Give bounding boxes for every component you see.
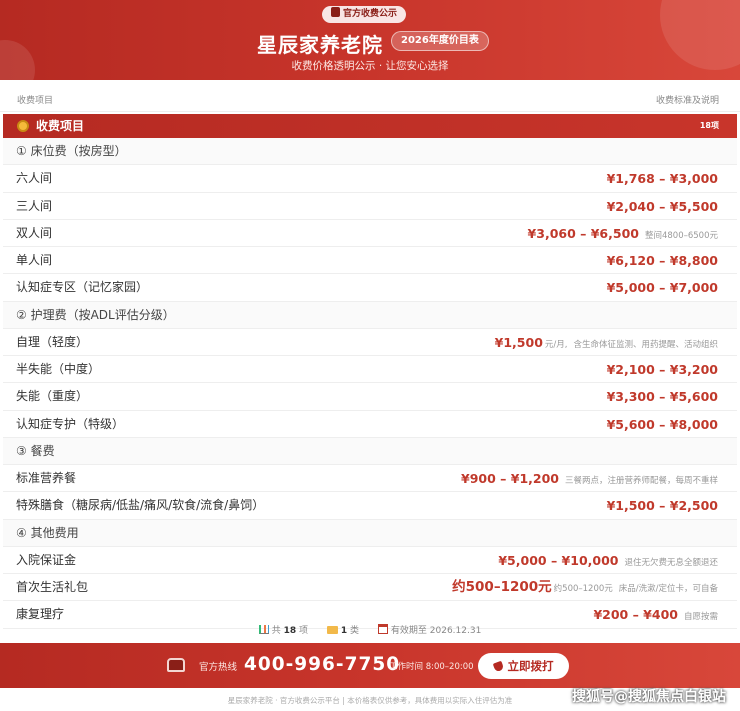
category-label: ② 护理费（按ADL评估分级） — [16, 307, 175, 322]
item-name: 入院保证金 — [16, 552, 77, 567]
category-row: ① 床位费（按房型） — [3, 138, 737, 166]
item-name: 三人间 — [16, 198, 53, 213]
call-now-button[interactable]: 立即拨打 — [478, 653, 569, 679]
official-badge: 官方收费公示 — [322, 6, 407, 23]
price-note: 整间4800–6500元 — [644, 230, 718, 241]
price-value: ¥3,060 – ¥6,500 — [527, 225, 639, 241]
year-tag: 2026年度价目表 — [391, 31, 489, 51]
item-name: 单人间 — [16, 253, 53, 267]
phone-icon — [492, 660, 504, 673]
item-name: 失能（重度） — [16, 389, 89, 404]
price-cell: ¥900 – ¥1,200 三餐两点，注册营养师配餐，每周不重样 — [461, 465, 718, 495]
price-note: 含生命体征监测、用药提醒、活动组织 — [573, 339, 718, 350]
total-count: 共 18 项 — [258, 620, 308, 642]
hotline-label: 官方热线 — [199, 662, 238, 673]
category-count: 1 类 — [326, 620, 359, 642]
valid-date: 有效期至 2026.12.31 — [377, 620, 481, 642]
price-note: 床品/洗漱/定位卡，可自备 — [618, 584, 718, 594]
price-cell: ¥3,300 – ¥5,600 — [607, 383, 718, 411]
page-subtitle: 收费价格透明公示 · 让您安心选择 — [291, 60, 449, 72]
price-cell: ¥2,040 – ¥5,500 — [607, 193, 718, 221]
item-name: 认知症专护（特级） — [16, 416, 125, 431]
hotline-bar: 官方热线 400-996-7750 工作时间 8:00–20:00 立即拨打 — [0, 643, 740, 688]
section-count: 18项 — [699, 121, 719, 130]
item-name: 半失能（中度） — [16, 362, 101, 376]
price-cell: ¥1,500 元/月, 含生命体征监测、用药提醒、活动组织 — [495, 329, 718, 359]
price-value: ¥6,120 – ¥8,800 — [606, 253, 718, 268]
category-label: ① 床位费（按房型） — [16, 144, 127, 158]
category-label: ③ 餐费 — [16, 443, 55, 458]
header-banner: 官方收费公示 星辰家养老院 2026年度价目表 收费价格透明公示 · 让您安心选… — [0, 0, 740, 80]
price-value: ¥2,040 – ¥5,500 — [606, 198, 718, 214]
price-cell: ¥1,768 – ¥3,000 — [607, 165, 718, 193]
summary-bar: 共 18 项 1 类 有效期至 2026.12.31 — [0, 620, 740, 642]
price-cell: ¥1,500 – ¥2,500 — [607, 492, 718, 520]
item-name: 特殊膳食（糖尿病/低盐/痛风/软食/流食/鼻饲） — [16, 498, 265, 513]
money-bag-icon — [17, 120, 29, 132]
table-row: 认知症专区（记忆家园） ¥5,000 – ¥7,000 — [3, 274, 737, 302]
price-value: ¥5,000 – ¥10,000 — [498, 552, 619, 568]
price-value: ¥5,600 – ¥8,000 — [606, 416, 718, 432]
price-cell: ¥5,000 – ¥10,000 退住无欠费无息全额退还 — [498, 547, 718, 577]
table-row: 首次生活礼包 约500–1200元 约500–1200元 床品/洗漱/定位卡，可自备 — [3, 574, 737, 603]
column-header-price: 收费标准及说明 — [655, 96, 719, 106]
bar-chart-icon — [258, 625, 269, 634]
table-row: 半失能（中度） ¥2,100 – ¥3,200 — [3, 356, 737, 384]
table-row: 认知症专护（特级） ¥5,600 – ¥8,000 — [3, 411, 737, 438]
table-row: 失能（重度） ¥3,300 – ¥5,600 — [3, 383, 737, 411]
price-cell: ¥5,000 – ¥7,000 — [607, 274, 718, 302]
price-value: ¥2,100 – ¥3,200 — [606, 362, 718, 377]
price-value: 约500–1200元 — [452, 579, 552, 595]
section-title: 收费项目 — [36, 119, 85, 133]
table-row: 单人间 ¥6,120 – ¥8,800 — [3, 247, 737, 275]
item-name: 标准营养餐 — [16, 471, 77, 485]
clipboard-icon — [331, 7, 340, 17]
price-cell: ¥5,600 – ¥8,000 — [607, 411, 718, 439]
price-note: 三餐两点，注册营养师配餐，每周不重样 — [564, 476, 718, 486]
working-hours: 工作时间 8:00–20:00 — [389, 662, 474, 672]
table-row: 六人间 ¥1,768 – ¥3,000 — [3, 165, 737, 193]
watermark: 搜狐号@搜狐焦点白银站 — [572, 689, 726, 705]
price-cell: ¥6,120 – ¥8,800 — [607, 247, 718, 275]
table-row: 双人间 ¥3,060 – ¥6,500 整间4800–6500元 — [3, 220, 737, 247]
price-cell: ¥2,100 – ¥3,200 — [607, 356, 718, 384]
price-value: ¥3,300 – ¥5,600 — [606, 389, 718, 405]
page-title: 星辰家养老院 — [257, 33, 383, 57]
table-row: 三人间 ¥2,040 – ¥5,500 — [3, 193, 737, 220]
price-value: ¥5,000 – ¥7,000 — [606, 280, 718, 296]
calendar-icon — [377, 624, 388, 634]
item-name: 首次生活礼包 — [16, 580, 89, 594]
table-row: 特殊膳食（糖尿病/低盐/痛风/软食/流食/鼻饲） ¥1,500 – ¥2,500 — [3, 492, 737, 520]
item-name: 自理（轻度） — [16, 334, 89, 349]
item-name: 六人间 — [16, 171, 53, 186]
table-row: 标准营养餐 ¥900 – ¥1,200 三餐两点，注册营养师配餐，每周不重样 — [3, 465, 737, 495]
item-name: 认知症专区（记忆家园） — [16, 280, 149, 295]
category-row: ④ 其他费用 — [3, 519, 737, 547]
price-unit: 元/月, — [544, 339, 568, 350]
category-label: ④ 其他费用 — [16, 525, 79, 540]
folder-icon — [326, 626, 338, 634]
category-row: ② 护理费（按ADL评估分级） — [3, 301, 737, 329]
price-value: ¥1,500 — [494, 334, 543, 350]
price-cell: ¥3,060 – ¥6,500 整间4800–6500元 — [528, 220, 718, 250]
price-value: ¥900 – ¥1,200 — [461, 471, 559, 486]
category-row: ③ 餐费 — [3, 437, 737, 465]
fee-table: ① 床位费（按房型） 六人间 ¥1,768 – ¥3,000 三人间 ¥2,040 – … — [3, 138, 737, 629]
price-unit: 约500–1200元 — [553, 584, 613, 594]
hotline-number[interactable]: 400-996-7750 — [244, 654, 400, 675]
table-row: 入院保证金 ¥5,000 – ¥10,000 退住无欠费无息全额退还 — [3, 547, 737, 574]
item-name: 双人间 — [16, 225, 53, 240]
price-value: ¥1,768 – ¥3,000 — [606, 171, 718, 187]
column-header-item: 收费项目 — [17, 96, 54, 106]
telephone-icon — [167, 658, 185, 672]
price-cell: 约500–1200元 约500–1200元 床品/洗漱/定位卡，可自备 — [452, 574, 718, 603]
section-header: 收费项目 18项 — [3, 114, 737, 138]
table-row: 自理（轻度） ¥1,500 元/月, 含生命体征监测、用药提醒、活动组织 — [3, 329, 737, 356]
price-note: 退住无欠费无息全额退还 — [624, 557, 718, 568]
column-header: 收费项目 收费标准及说明 — [0, 90, 740, 112]
price-value: ¥1,500 – ¥2,500 — [606, 498, 718, 514]
